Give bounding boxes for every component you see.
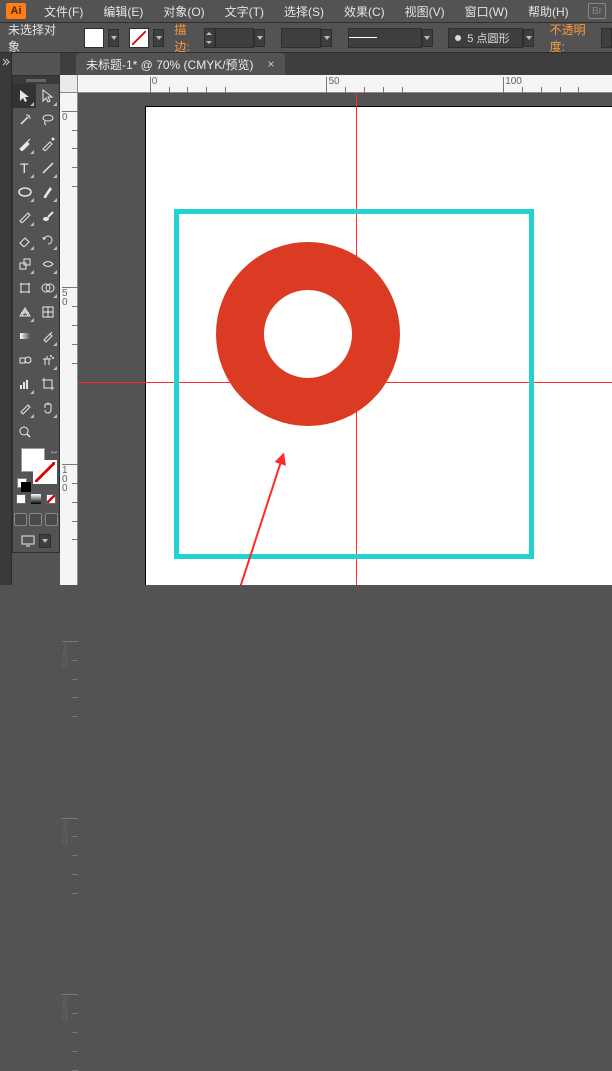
lasso-tool[interactable] — [36, 108, 59, 132]
pen-tool[interactable] — [13, 132, 36, 156]
symbol-sprayer-tool[interactable] — [36, 348, 59, 372]
pencil-tool[interactable] — [13, 204, 36, 228]
eyedropper-tool[interactable] — [36, 324, 59, 348]
menu-edit[interactable]: 编辑(E) — [93, 1, 153, 22]
type-tool[interactable]: T — [13, 156, 36, 180]
stroke-profile-field[interactable]: 5 点圆形 — [448, 28, 523, 48]
control-bar: 未选择对象 描边: 5 点圆形 不透明度: — [0, 23, 612, 53]
svg-text:T: T — [20, 161, 29, 175]
panel-collapse-strip — [0, 53, 12, 585]
toolbox: T ↔ — [12, 75, 60, 553]
magic-wand-tool[interactable] — [13, 108, 36, 132]
shape-builder-tool[interactable] — [36, 276, 59, 300]
vertical-ruler[interactable]: 05 01 0 01 5 02 0 02 5 0 — [60, 93, 78, 585]
document-tab-title: 未标题-1* @ 70% (CMYK/预览) — [86, 56, 254, 73]
menu-window[interactable]: 窗口(W) — [455, 1, 518, 22]
blend-tool[interactable] — [13, 348, 36, 372]
line-tool[interactable] — [36, 156, 59, 180]
ruler-origin[interactable] — [60, 75, 78, 93]
free-transform-tool[interactable] — [13, 276, 36, 300]
draw-mode-row — [13, 508, 59, 530]
variable-width-profile[interactable] — [281, 28, 322, 48]
work-area: 050100150200250 05 01 0 01 5 02 0 02 5 0 — [60, 75, 612, 585]
menu-type[interactable]: 文字(T) — [215, 1, 274, 22]
document-tab[interactable]: 未标题-1* @ 70% (CMYK/预览) × — [76, 53, 285, 75]
gradient-tool[interactable] — [13, 324, 36, 348]
menu-object[interactable]: 对象(O) — [153, 1, 214, 22]
stroke-profile-value: 5 点圆形 — [467, 30, 509, 46]
fill-dropdown[interactable] — [108, 29, 119, 47]
scale-tool[interactable] — [13, 252, 36, 276]
dot-icon — [455, 35, 461, 41]
slice-tool[interactable] — [13, 396, 36, 420]
brush-dropdown[interactable] — [422, 29, 433, 47]
stroke-weight-dropdown[interactable] — [254, 29, 265, 47]
menu-view[interactable]: 视图(V) — [395, 1, 455, 22]
opacity-field[interactable] — [601, 28, 612, 48]
document-tab-strip: 未标题-1* @ 70% (CMYK/预览) × — [60, 53, 612, 75]
width-tool[interactable] — [36, 252, 59, 276]
stroke-weight-field[interactable] — [215, 28, 254, 48]
red-ring-shape[interactable] — [216, 242, 400, 426]
variable-width-dropdown[interactable] — [321, 29, 332, 47]
stroke-weight-stepper[interactable] — [204, 28, 215, 48]
app-logo: Ai — [6, 3, 26, 19]
hand-tool[interactable] — [36, 396, 59, 420]
draw-inside[interactable] — [45, 513, 58, 526]
paintbrush-tool[interactable] — [36, 180, 59, 204]
fill-color-icon — [85, 29, 103, 47]
stroke-square-icon[interactable] — [33, 460, 57, 484]
curvature-tool[interactable] — [36, 132, 59, 156]
stroke-none-icon — [130, 29, 148, 47]
perspective-grid-tool[interactable] — [13, 300, 36, 324]
horizontal-ruler[interactable]: 050100150200250 — [78, 75, 612, 93]
menu-effect[interactable]: 效果(C) — [334, 1, 395, 22]
bridge-badge-icon[interactable]: Br — [588, 3, 606, 19]
close-tab-button[interactable]: × — [268, 57, 275, 71]
stroke-swatch[interactable] — [129, 28, 149, 48]
menu-help[interactable]: 帮助(H) — [518, 1, 579, 22]
opacity-label[interactable]: 不透明度: — [550, 21, 597, 55]
screen-mode-icon — [21, 535, 35, 547]
stroke-label[interactable]: 描边: — [174, 21, 199, 55]
color-mode-gradient[interactable] — [28, 490, 43, 508]
expand-panels-button[interactable] — [0, 57, 12, 67]
screen-mode-button[interactable] — [13, 530, 59, 552]
canvas[interactable] — [78, 93, 612, 585]
draw-normal[interactable] — [14, 513, 27, 526]
draw-behind[interactable] — [29, 513, 42, 526]
menu-select[interactable]: 选择(S) — [274, 1, 334, 22]
eraser-tool[interactable] — [13, 228, 36, 252]
menu-file[interactable]: 文件(F) — [34, 1, 93, 22]
mesh-tool[interactable] — [36, 300, 59, 324]
ellipse-tool[interactable] — [13, 180, 36, 204]
toolbox-grip[interactable] — [13, 76, 59, 84]
color-mode-row — [13, 490, 59, 508]
brush-field[interactable] — [348, 28, 422, 48]
artboard-tool[interactable] — [36, 372, 59, 396]
screen-mode-dropdown[interactable] — [39, 534, 51, 548]
selection-status: 未选择对象 — [8, 21, 63, 55]
zoom-tool[interactable] — [13, 420, 36, 444]
blob-brush-tool[interactable] — [36, 204, 59, 228]
color-mode-solid[interactable] — [13, 490, 28, 508]
selection-tool[interactable] — [13, 84, 36, 108]
menu-bar: Ai 文件(F) 编辑(E) 对象(O) 文字(T) 选择(S) 效果(C) 视… — [0, 0, 612, 23]
rotate-tool[interactable] — [36, 228, 59, 252]
stroke-profile-dropdown[interactable] — [523, 29, 534, 47]
swap-fill-stroke-icon[interactable]: ↔ — [49, 446, 59, 457]
fill-swatch[interactable] — [84, 28, 104, 48]
stroke-dropdown[interactable] — [153, 29, 164, 47]
color-mode-none[interactable] — [44, 490, 59, 508]
direct-selection-tool[interactable] — [36, 84, 59, 108]
column-graph-tool[interactable] — [13, 372, 36, 396]
fill-stroke-control[interactable]: ↔ — [13, 444, 59, 490]
